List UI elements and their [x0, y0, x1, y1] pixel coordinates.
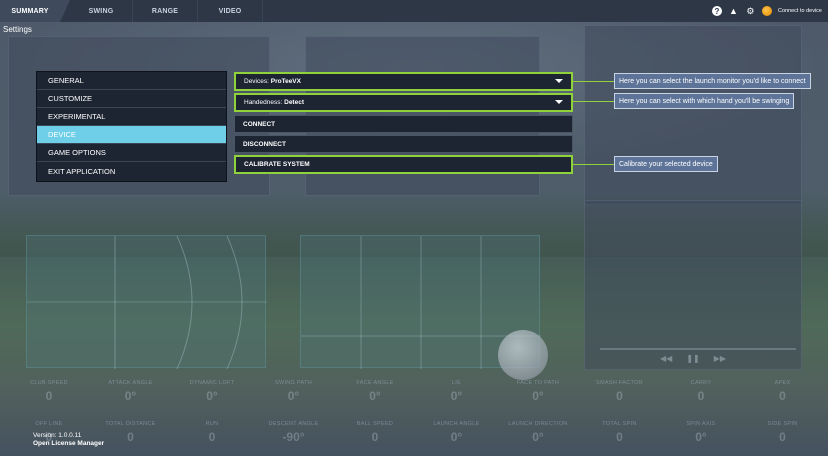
- tab-slant: [60, 0, 70, 22]
- disconnect-button[interactable]: DISCONNECT: [234, 135, 573, 153]
- devices-value: ProTeeVX: [270, 78, 301, 85]
- devices-callout: Here you can select the launch monitor y…: [614, 73, 811, 89]
- status-dot-icon[interactable]: [761, 6, 772, 16]
- devices-dropdown[interactable]: Devices: ProTeeVX: [234, 72, 573, 91]
- menu-item-customize[interactable]: CUSTOMIZE: [37, 90, 226, 108]
- connect-button[interactable]: CONNECT: [234, 115, 573, 133]
- devices-label: Devices:: [244, 78, 269, 85]
- calibrate-system-button[interactable]: CALIBRATE SYSTEM: [234, 155, 573, 174]
- open-license-manager-link[interactable]: Open License Manager: [33, 440, 104, 448]
- version-label: Version: 1.0.0.11: [33, 432, 82, 439]
- chevron-down-icon: [555, 100, 563, 104]
- menu-item-game-options[interactable]: GAME OPTIONS: [37, 144, 226, 162]
- menu-item-general[interactable]: GENERAL: [37, 72, 226, 90]
- chevron-down-icon: [555, 79, 563, 83]
- top-right-controls: ? ▲ ⚙ Connect to device: [711, 0, 822, 22]
- tab-divider: [262, 0, 263, 22]
- help-icon[interactable]: ?: [711, 6, 722, 16]
- version-info: Version: 1.0.0.11 Open License Manager: [33, 432, 104, 448]
- calibrate-callout-line: [573, 164, 614, 165]
- handedness-dropdown[interactable]: Handedness: Detect: [234, 93, 573, 112]
- handedness-label: Handedness:: [244, 99, 283, 106]
- tab-video[interactable]: VIDEO: [198, 0, 262, 22]
- handedness-callout: Here you can select with which hand you'…: [614, 93, 795, 109]
- settings-menu: GENERAL CUSTOMIZE EXPERIMENTAL DEVICE GA…: [36, 71, 227, 182]
- warning-icon[interactable]: ▲: [728, 6, 739, 17]
- menu-item-exit-application[interactable]: EXIT APPLICATION: [37, 162, 226, 180]
- settings-title: Settings: [3, 25, 32, 34]
- menu-item-experimental[interactable]: EXPERIMENTAL: [37, 108, 226, 126]
- tab-swing[interactable]: SWING: [70, 0, 132, 22]
- tab-range[interactable]: RANGE: [133, 0, 197, 22]
- gear-icon[interactable]: ⚙: [745, 6, 756, 17]
- handedness-callout-line: [573, 101, 614, 102]
- top-bar: SUMMARY SWING RANGE VIDEO ? ▲ ⚙ Connect …: [0, 0, 828, 22]
- calibrate-callout: Calibrate your selected device: [614, 156, 718, 172]
- tab-summary[interactable]: SUMMARY: [0, 0, 60, 22]
- connect-to-device-button[interactable]: Connect to device: [778, 8, 822, 14]
- handedness-value: Detect: [284, 99, 304, 106]
- devices-callout-line: [573, 81, 614, 82]
- menu-item-device[interactable]: DEVICE: [37, 126, 226, 144]
